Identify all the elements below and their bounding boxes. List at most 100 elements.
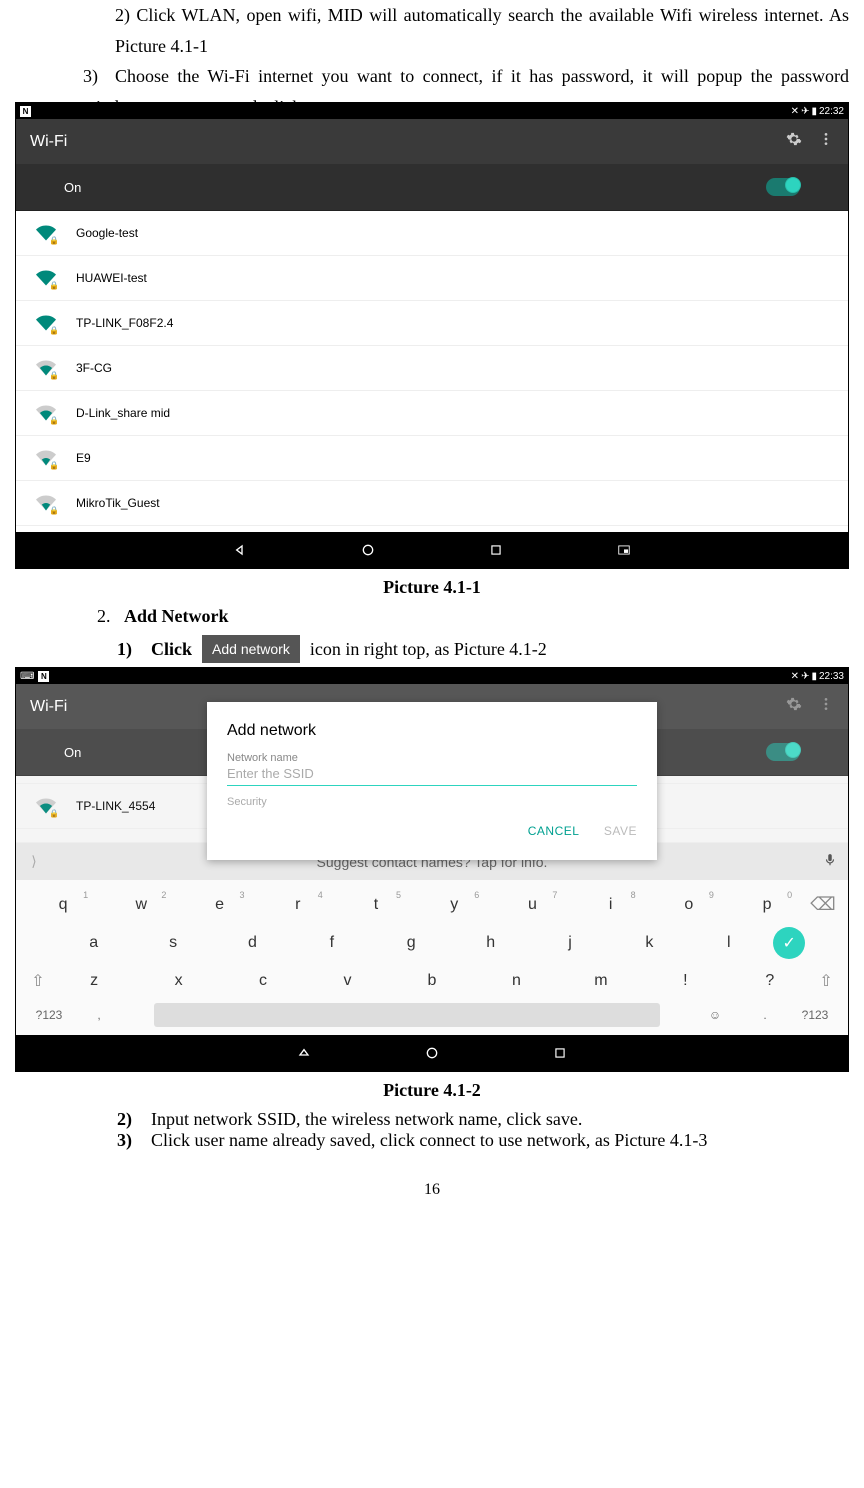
wifi-signal-icon: 🔒	[36, 268, 56, 288]
shift-key[interactable]: ⇧	[819, 971, 832, 991]
notification-icon: N	[38, 671, 49, 682]
key-u[interactable]: u7	[497, 896, 567, 914]
save-button[interactable]: SAVE	[604, 824, 637, 838]
lock-icon: 🔒	[49, 236, 59, 245]
dialog-title: Add network	[227, 722, 637, 740]
status-right-cluster: ✕ ✈ ▮ 22:33	[791, 671, 844, 682]
key-q[interactable]: q1	[28, 896, 98, 914]
wifi-network-item[interactable]: 🔒 TP-LINK_F08F2.4	[16, 301, 848, 346]
home-icon[interactable]	[359, 541, 377, 559]
wifi-network-name: Google-test	[76, 226, 138, 240]
more-vert-icon	[818, 696, 834, 717]
back-keyboard-icon[interactable]	[295, 1044, 313, 1062]
key-e[interactable]: e3	[185, 896, 255, 914]
key-s[interactable]: s	[138, 934, 208, 952]
wifi-network-list: 🔒 Google-test 🔒 HUAWEI-test 🔒 TP-LINK_F0…	[16, 211, 848, 532]
subitem-1: 1) Click Add network icon in right top, …	[117, 635, 849, 663]
key-g[interactable]: g	[376, 934, 446, 952]
wifi-signal-icon: 🔒	[36, 448, 56, 468]
wifi-toggle-row: On	[16, 164, 848, 211]
key-d[interactable]: d	[217, 934, 287, 952]
key-question[interactable]: ?	[735, 972, 805, 990]
comma-key[interactable]: ,	[74, 1008, 124, 1022]
backspace-key[interactable]: ⌫	[810, 894, 835, 915]
more-vert-icon[interactable]	[818, 131, 834, 152]
wifi-network-item[interactable]: 🔒 MikroTik_Guest	[16, 481, 848, 526]
enter-key[interactable]: ✓	[773, 927, 805, 959]
page-number: 16	[15, 1181, 849, 1199]
key-o[interactable]: o9	[654, 896, 724, 914]
wifi-screen-header: Wi-Fi	[16, 119, 848, 164]
lock-icon: 🔒	[49, 326, 59, 335]
signal-cross-icon: ✕	[791, 106, 799, 117]
android-nav-bar	[16, 532, 848, 568]
key-m[interactable]: m	[566, 972, 636, 990]
wifi-toggle-switch[interactable]	[766, 178, 800, 196]
recent-icon[interactable]	[551, 1044, 569, 1062]
expand-icon[interactable]: ⟩	[26, 853, 42, 870]
wifi-network-item[interactable]: 🔒 Google-test	[16, 211, 848, 256]
wifi-title: Wi-Fi	[30, 133, 67, 151]
key-x[interactable]: x	[144, 972, 214, 990]
ssid-input[interactable]: Enter the SSID	[227, 766, 637, 786]
home-icon[interactable]	[423, 1044, 441, 1062]
subitem-text: Input network SSID, the wireless network…	[151, 1109, 582, 1130]
key-y[interactable]: y6	[419, 896, 489, 914]
key-h[interactable]: h	[456, 934, 526, 952]
lock-icon: 🔒	[49, 506, 59, 515]
lock-icon: 🔒	[49, 809, 59, 818]
key-v[interactable]: v	[313, 972, 383, 990]
wifi-on-label: On	[64, 745, 81, 760]
recent-icon[interactable]	[487, 541, 505, 559]
emoji-key[interactable]: ☺	[690, 1008, 740, 1022]
section-2-heading: 2. Add Network	[97, 606, 849, 627]
key-n[interactable]: n	[481, 972, 551, 990]
back-icon[interactable]	[231, 541, 249, 559]
wifi-network-item[interactable]: 🔒 D-Link_share mid	[16, 391, 848, 436]
wifi-network-name: TP-LINK_F08F2.4	[76, 316, 173, 330]
subitem-2: 2) Input network SSID, the wireless netw…	[117, 1109, 849, 1130]
add-network-button-image: Add network	[202, 635, 300, 663]
key-exclaim[interactable]: !	[650, 972, 720, 990]
wifi-signal-icon: 🔒	[36, 358, 56, 378]
shift-key[interactable]: ⇧	[31, 971, 44, 991]
screenshot-figure-2: ⌨ N ✕ ✈ ▮ 22:33 Wi-Fi	[15, 667, 849, 1072]
wifi-network-item[interactable]: 🔒 E9	[16, 436, 848, 481]
cancel-button[interactable]: CANCEL	[528, 824, 580, 838]
symbols-key[interactable]: ?123	[24, 1008, 74, 1022]
key-i[interactable]: i8	[576, 896, 646, 914]
key-l[interactable]: l	[694, 934, 764, 952]
keyboard-row-4: ?123 , ☺ . ?123	[24, 1003, 840, 1027]
key-p[interactable]: p0	[732, 896, 802, 914]
security-label: Security	[227, 796, 637, 808]
key-c[interactable]: c	[228, 972, 298, 990]
wifi-network-item[interactable]: 🔒 HUAWEI-test	[16, 256, 848, 301]
wifi-network-name: HUAWEI-test	[76, 271, 147, 285]
key-b[interactable]: b	[397, 972, 467, 990]
symbols-key[interactable]: ?123	[790, 1008, 840, 1022]
airplane-icon: ✈	[801, 106, 809, 117]
microphone-icon[interactable]	[822, 853, 838, 870]
section-title: Add Network	[124, 606, 229, 626]
key-j[interactable]: j	[535, 934, 605, 952]
space-key[interactable]	[154, 1003, 660, 1027]
key-k[interactable]: k	[614, 934, 684, 952]
subitem-number: 3)	[117, 1130, 141, 1151]
wifi-network-name: E9	[76, 451, 91, 465]
key-w[interactable]: w2	[106, 896, 176, 914]
key-r[interactable]: r4	[263, 896, 333, 914]
figure-caption-1: Picture 4.1-1	[15, 577, 849, 598]
key-a[interactable]: a	[59, 934, 129, 952]
subitem-number: 2)	[117, 1109, 141, 1130]
key-z[interactable]: z	[59, 972, 129, 990]
period-key[interactable]: .	[740, 1008, 790, 1022]
wifi-network-item[interactable]: 🔒 3F-CG	[16, 346, 848, 391]
screenshot-figure-1: N ✕ ✈ ▮ 22:32 Wi-Fi On 🔒 Google-te	[15, 102, 849, 569]
notification-icon: N	[20, 106, 31, 117]
key-t[interactable]: t5	[341, 896, 411, 914]
list-number-3: 3)	[83, 61, 115, 92]
key-f[interactable]: f	[297, 934, 367, 952]
status-bar: ⌨ N ✕ ✈ ▮ 22:33	[16, 668, 848, 684]
settings-gear-icon[interactable]	[786, 131, 802, 152]
pip-icon[interactable]	[615, 541, 633, 559]
